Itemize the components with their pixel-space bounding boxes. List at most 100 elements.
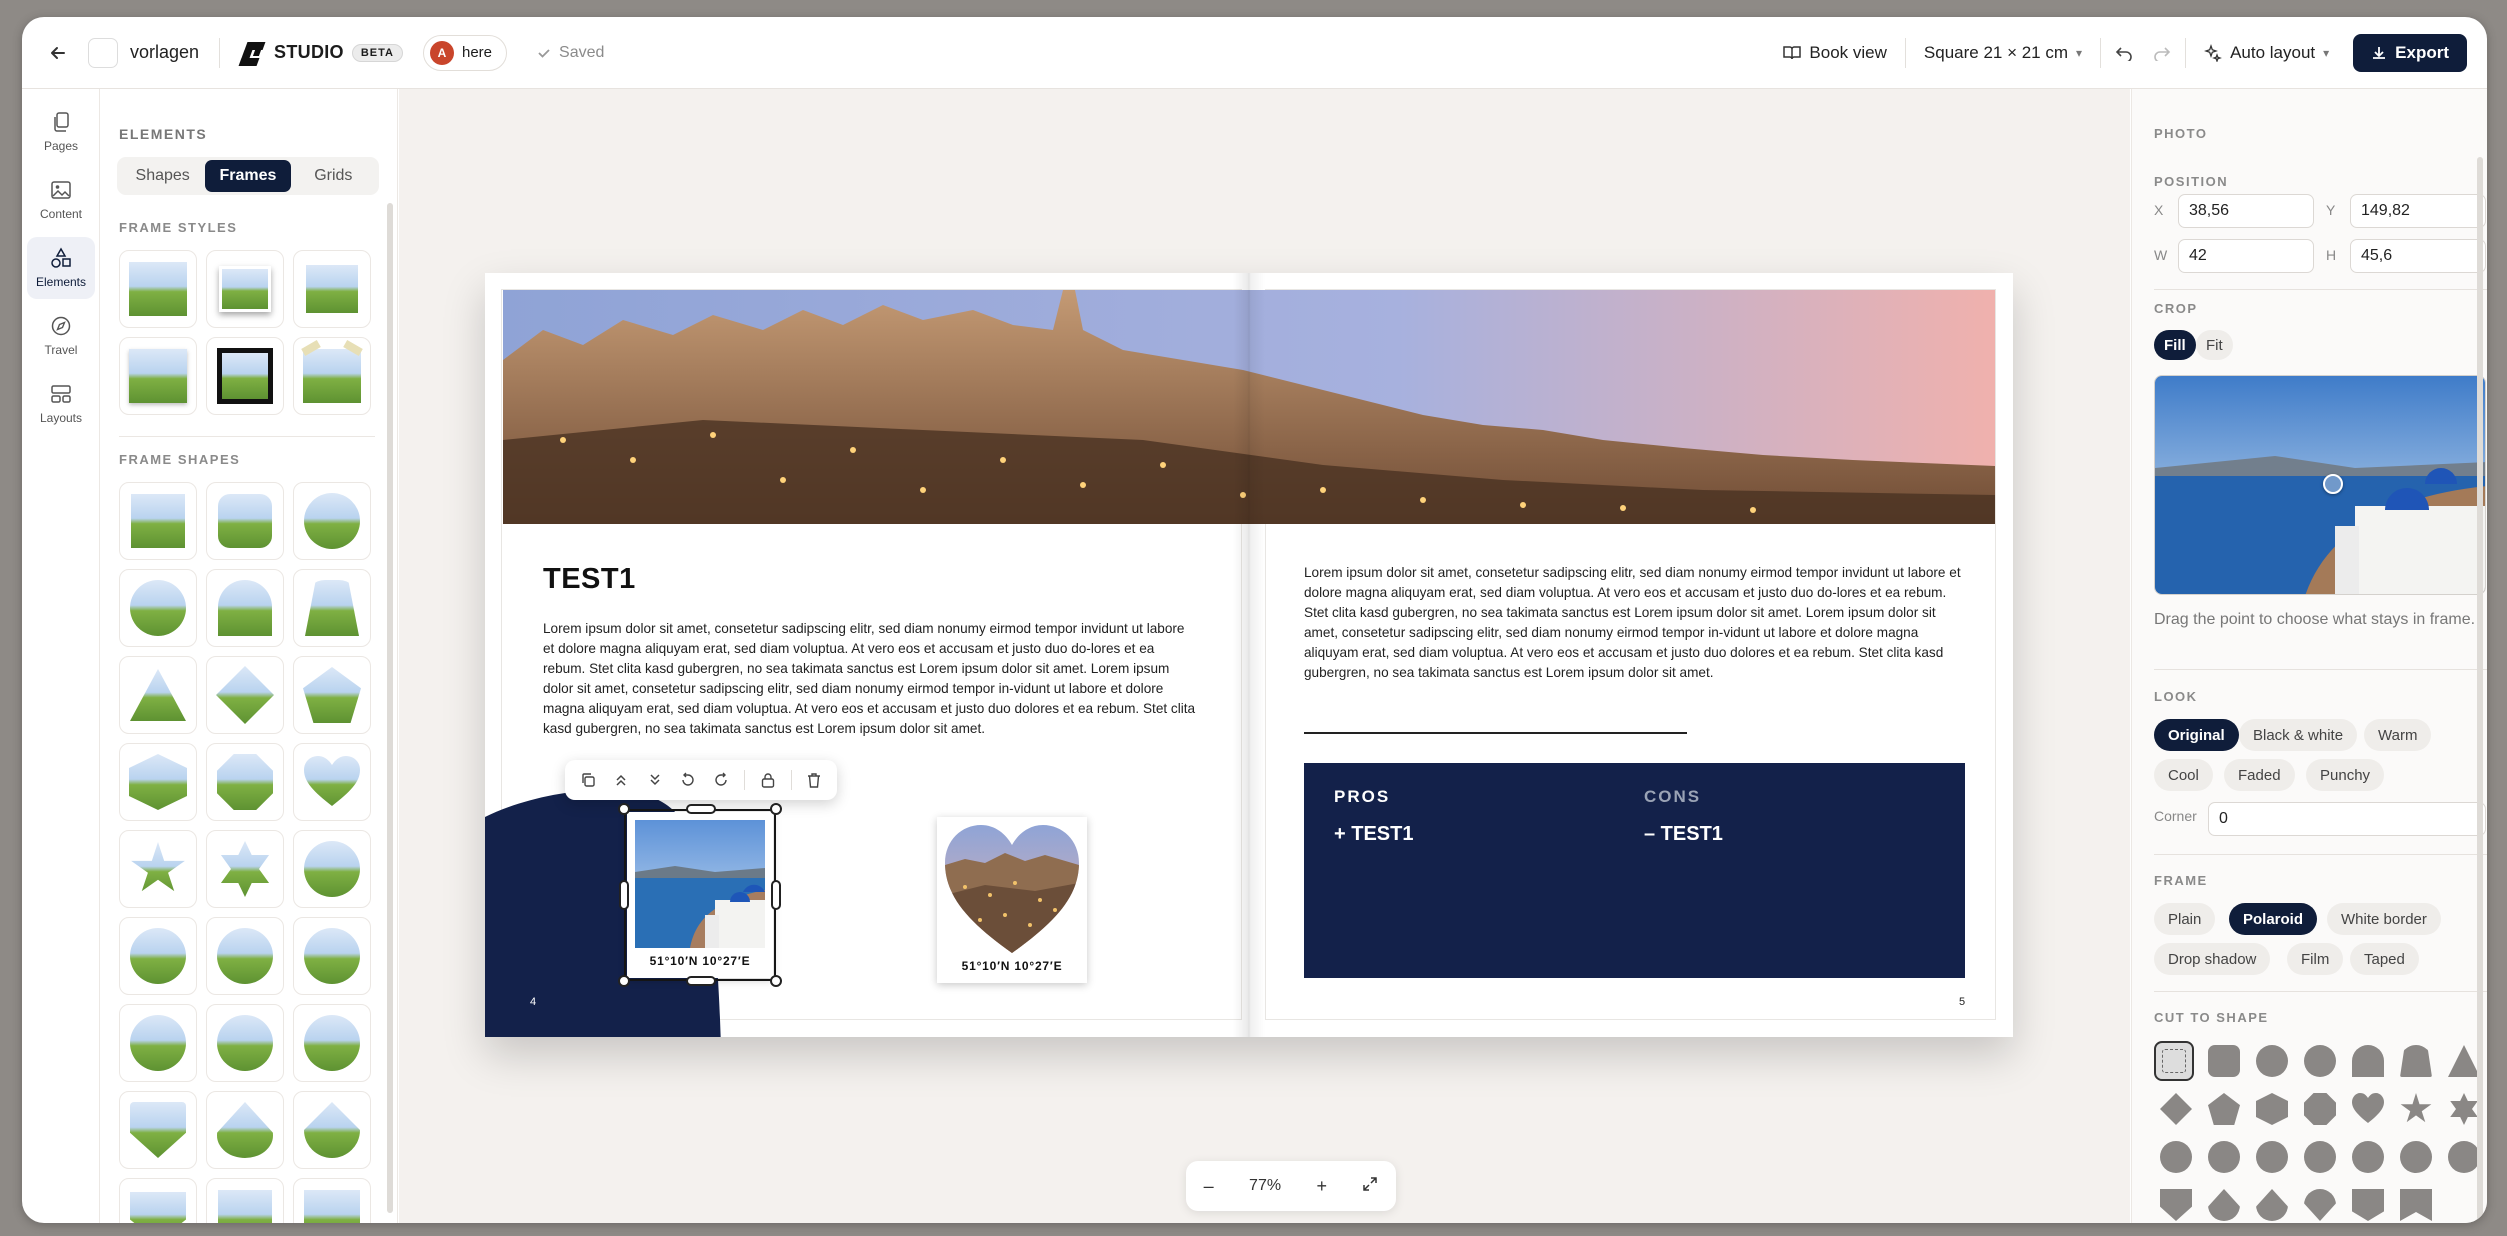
frame-shape-circle-5[interactable]: [206, 917, 284, 995]
frame-shape-arch[interactable]: [206, 569, 284, 647]
shape-option-circle-5[interactable]: [2304, 1141, 2336, 1173]
frame-white-border-chip[interactable]: White border: [2327, 903, 2441, 935]
rail-item-content[interactable]: Content: [27, 169, 95, 231]
frame-shape-circle-6[interactable]: [293, 917, 371, 995]
rail-item-pages[interactable]: Pages: [27, 101, 95, 163]
shape-option-heart[interactable]: [2352, 1093, 2384, 1125]
look-faded-chip[interactable]: Faded: [2224, 759, 2295, 791]
properties-scrollbar[interactable]: [2477, 157, 2483, 1223]
rail-item-layouts[interactable]: Layouts: [27, 373, 95, 435]
lock-button[interactable]: [753, 765, 782, 795]
y-input[interactable]: 149,82: [2350, 194, 2486, 228]
frame-shape-bell[interactable]: [293, 1091, 371, 1169]
frame-shape-circle-4[interactable]: [119, 917, 197, 995]
frame-shape-shield[interactable]: [119, 1091, 197, 1169]
resize-handle-nw[interactable]: [618, 803, 630, 815]
resize-handle-s[interactable]: [686, 976, 716, 986]
resize-handle-sw[interactable]: [618, 975, 630, 987]
rotate-right-button[interactable]: [707, 765, 736, 795]
shape-option-arch[interactable]: [2352, 1045, 2384, 1077]
rotate-left-button[interactable]: [673, 765, 702, 795]
shape-option-star-5[interactable]: [2400, 1093, 2432, 1123]
redo-button[interactable]: [2143, 33, 2181, 73]
shape-option-rounded[interactable]: [2208, 1045, 2240, 1077]
pros-item[interactable]: + TEST1: [1334, 823, 1413, 846]
frame-shape-heart[interactable]: [293, 743, 371, 821]
frame-shape-circle-8[interactable]: [206, 1004, 284, 1082]
shape-option-bell[interactable]: [2256, 1189, 2288, 1221]
duplicate-button[interactable]: [573, 765, 602, 795]
auto-layout-button[interactable]: Auto layout ▾: [2190, 33, 2343, 73]
shape-option-circle-3[interactable]: [2208, 1141, 2240, 1173]
look-cool-chip[interactable]: Cool: [2154, 759, 2213, 791]
frame-shape-triangle[interactable]: [119, 656, 197, 734]
shape-option-circle-7[interactable]: [2400, 1141, 2432, 1173]
frame-polaroid-chip[interactable]: Polaroid: [2229, 903, 2318, 935]
frame-shape-tall-arch[interactable]: [293, 569, 371, 647]
corner-input[interactable]: 0: [2208, 802, 2486, 836]
frame-plain-chip[interactable]: Plain: [2154, 903, 2216, 935]
shape-option-pentagon[interactable]: [2208, 1093, 2240, 1125]
look-original-chip[interactable]: Original: [2154, 719, 2239, 751]
project-name[interactable]: vorlagen: [130, 42, 199, 63]
frame-style-border[interactable]: [293, 250, 371, 328]
zoom-in-button[interactable]: +: [1316, 1176, 1327, 1197]
frame-style-shadow[interactable]: [206, 250, 284, 328]
resize-handle-ne[interactable]: [770, 803, 782, 815]
tab-grids[interactable]: Grids: [291, 160, 376, 192]
w-input[interactable]: 42: [2178, 239, 2314, 273]
frame-shape-pentagon[interactable]: [293, 656, 371, 734]
shape-option-circle-6[interactable]: [2352, 1141, 2384, 1173]
x-input[interactable]: 38,56: [2178, 194, 2314, 228]
frame-shape-tag[interactable]: [206, 1178, 284, 1223]
shape-option-ribbon[interactable]: [2400, 1189, 2432, 1221]
shape-option-circle-2[interactable]: [2160, 1141, 2192, 1173]
shape-option-hexagon[interactable]: [2256, 1093, 2288, 1125]
panel-scrollbar[interactable]: [387, 203, 393, 1213]
right-body-text[interactable]: Lorem ipsum dolor sit amet, consetetur s…: [1304, 563, 1964, 683]
photo-polaroid-heart[interactable]: 51°10′N 10°27′E: [937, 817, 1087, 983]
resize-handle-n[interactable]: [686, 804, 716, 814]
pros-cons-box[interactable]: PROS CONS + TEST1 – TEST1: [1304, 763, 1965, 978]
frame-shape-star-5[interactable]: [119, 830, 197, 908]
frame-shape-circle-7[interactable]: [119, 1004, 197, 1082]
shape-option-circle-4[interactable]: [2256, 1141, 2288, 1173]
frame-shape-diamond[interactable]: [206, 656, 284, 734]
tab-shapes[interactable]: Shapes: [120, 160, 205, 192]
canvas[interactable]: TEST1 Lorem ipsum dolor sit amet, conset…: [399, 89, 2130, 1223]
frame-shape-star-6[interactable]: [206, 830, 284, 908]
frame-shape-octagon[interactable]: [206, 743, 284, 821]
shape-option-tall-arch[interactable]: [2400, 1045, 2432, 1077]
shape-option-drop[interactable]: [2208, 1189, 2240, 1221]
look-punchy-chip[interactable]: Punchy: [2306, 759, 2385, 791]
frame-film-chip[interactable]: Film: [2287, 943, 2344, 975]
frame-style-taped[interactable]: [293, 337, 371, 415]
crop-fit-chip[interactable]: Fit: [2196, 330, 2233, 360]
crop-preview[interactable]: [2154, 375, 2486, 595]
bring-forward-button[interactable]: [606, 765, 635, 795]
frame-shape-circle-3[interactable]: [293, 830, 371, 908]
cons-item[interactable]: – TEST1: [1644, 823, 1723, 846]
crop-fill-chip[interactable]: Fill: [2154, 330, 2196, 360]
shape-option-tag[interactable]: [2352, 1189, 2384, 1221]
focal-point-handle[interactable]: [2323, 474, 2343, 494]
frame-shape-circle-9[interactable]: [293, 1004, 371, 1082]
shape-option-circle[interactable]: [2256, 1045, 2288, 1077]
book-view-button[interactable]: Book view: [1769, 33, 1900, 73]
frame-shape-rounded[interactable]: [206, 482, 284, 560]
h-input[interactable]: 45,6: [2350, 239, 2486, 273]
shape-option-shield[interactable]: [2160, 1189, 2192, 1221]
project-thumbnail[interactable]: [88, 37, 118, 68]
shape-option-octagon[interactable]: [2304, 1093, 2336, 1125]
divider-line[interactable]: [1304, 732, 1687, 734]
send-backward-button[interactable]: [640, 765, 669, 795]
resize-handle-se[interactable]: [770, 975, 782, 987]
frame-shape-circle-2[interactable]: [119, 569, 197, 647]
look-bw-chip[interactable]: Black & white: [2239, 719, 2358, 751]
format-select[interactable]: Square 21 × 21 cm ▾: [1910, 33, 2096, 73]
shape-option-none[interactable]: [2154, 1041, 2194, 1081]
zoom-level[interactable]: 77%: [1249, 1177, 1281, 1195]
frame-shape-hexagon[interactable]: [119, 743, 197, 821]
frame-shape-ribbon[interactable]: [293, 1178, 371, 1223]
export-button[interactable]: Export: [2353, 34, 2467, 72]
